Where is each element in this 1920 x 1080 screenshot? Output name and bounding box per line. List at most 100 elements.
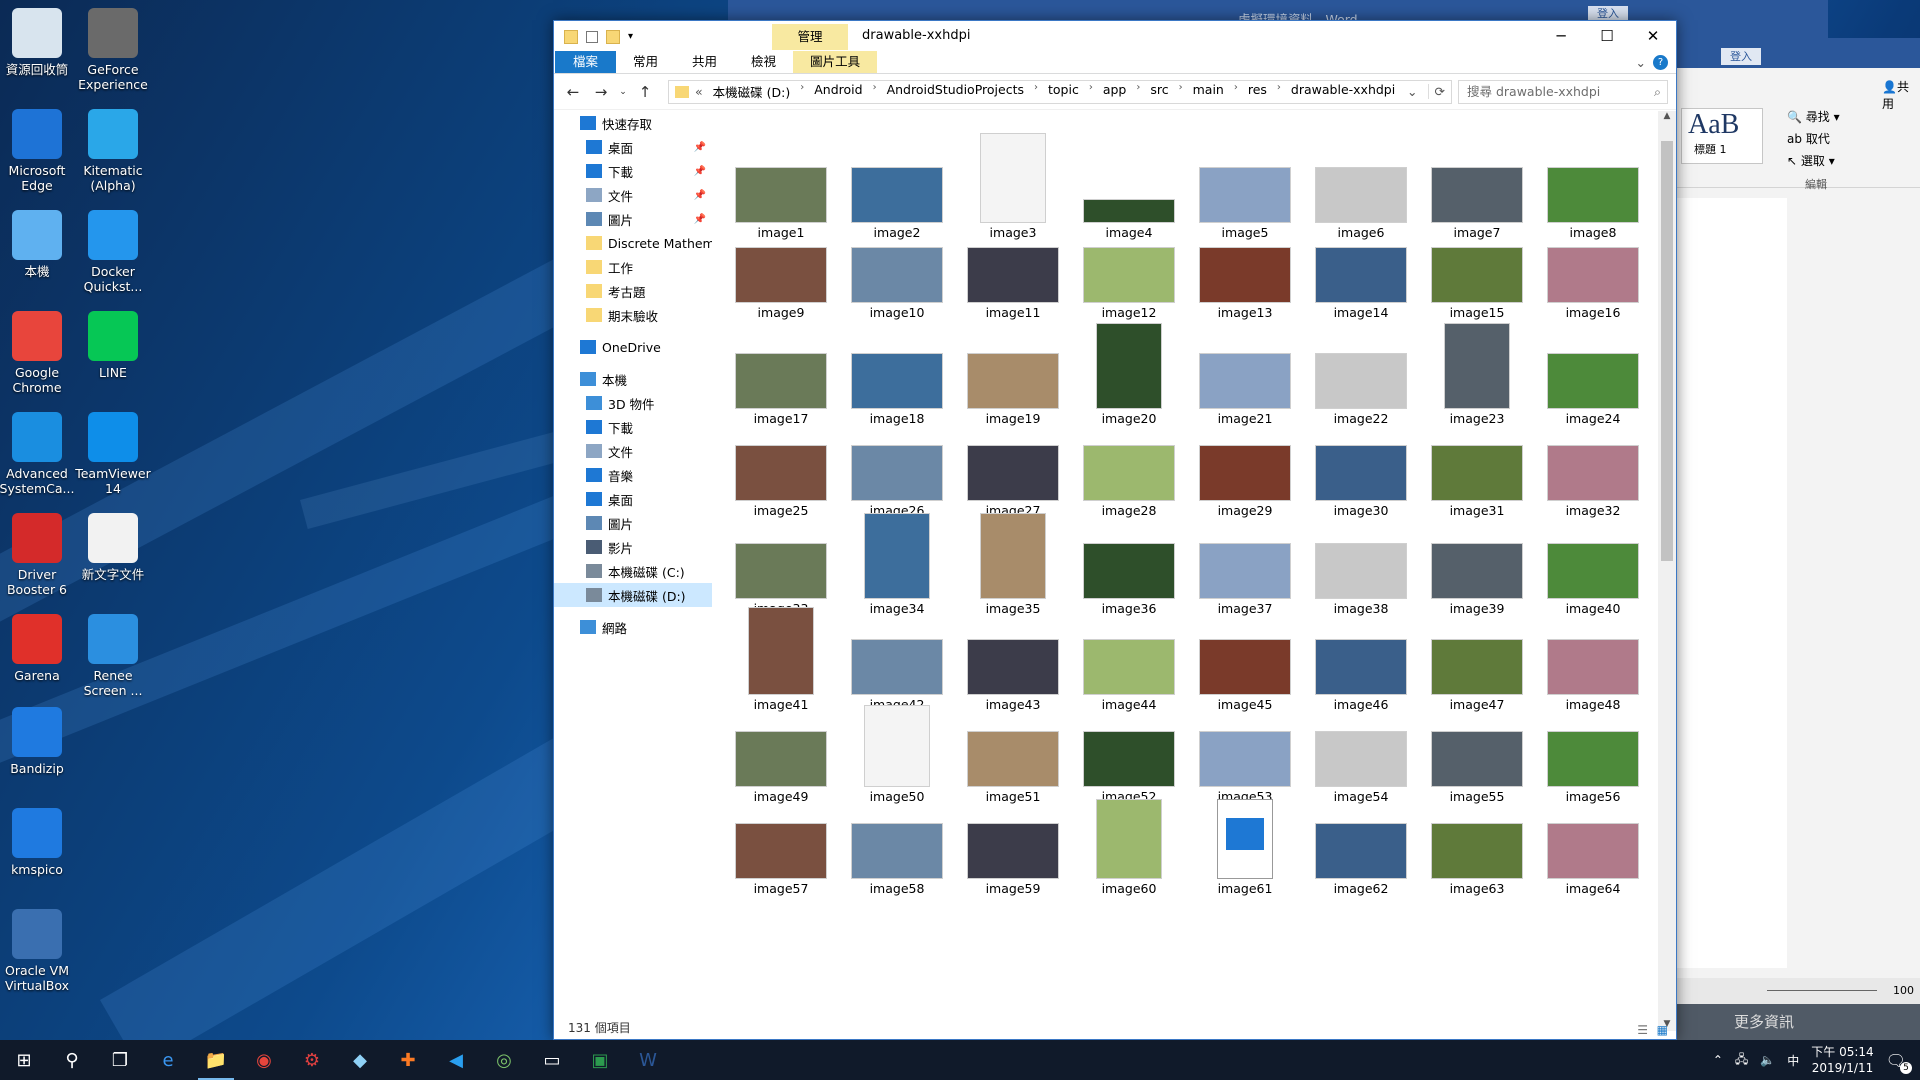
file-item[interactable]: image51 (958, 705, 1068, 804)
zoom-slider[interactable] (1767, 990, 1877, 991)
desktop-icon[interactable]: 本機 (0, 210, 80, 279)
file-item[interactable]: image36 (1074, 513, 1184, 616)
path-overflow[interactable]: « (695, 84, 703, 99)
desktop-icon[interactable]: Google Chrome (0, 311, 80, 395)
file-item[interactable]: image6 (1306, 133, 1416, 240)
file-item[interactable]: image59 (958, 799, 1068, 896)
scroll-thumb[interactable] (1661, 141, 1673, 561)
ime-indicator[interactable]: 中 (1787, 1052, 1799, 1069)
nav-item[interactable]: 文件 (554, 439, 712, 463)
nav-item[interactable]: 音樂 (554, 463, 712, 487)
file-item[interactable]: image22 (1306, 323, 1416, 426)
file-item[interactable]: image9 (726, 227, 836, 320)
file-item[interactable]: image5 (1190, 133, 1300, 240)
nav-item[interactable]: 桌面 (554, 487, 712, 511)
large-icons-view-icon[interactable]: ▦ (1657, 1021, 1668, 1039)
recent-locations-icon[interactable]: ⌄ (618, 87, 628, 97)
word-share-button[interactable]: 👤共用 (1882, 78, 1920, 112)
desktop-icon[interactable]: GeForce Experience (70, 8, 156, 92)
file-item[interactable]: image57 (726, 799, 836, 896)
file-item[interactable]: image50 (842, 705, 952, 804)
search-icon[interactable]: ⚲ (48, 1040, 96, 1080)
file-item[interactable]: image18 (842, 323, 952, 426)
edge-icon[interactable]: e (144, 1040, 192, 1080)
details-view-icon[interactable]: ☰ (1637, 1021, 1648, 1039)
file-item[interactable]: image24 (1538, 323, 1648, 426)
file-item[interactable]: image54 (1306, 705, 1416, 804)
breadcrumb-separator[interactable]: › (1179, 82, 1183, 101)
desktop-icon[interactable]: LINE (70, 311, 156, 380)
start-icon[interactable]: ⊞ (0, 1040, 48, 1080)
nav-item[interactable]: 圖片 📌 (554, 207, 712, 231)
action-center-icon[interactable]: 🗨 5 (1886, 1051, 1912, 1074)
file-item[interactable]: image64 (1538, 799, 1648, 896)
file-item[interactable]: image39 (1422, 513, 1532, 616)
address-bar[interactable]: « 本機磁碟 (D:) › Android › AndroidStudioProject… (668, 79, 1452, 104)
vertical-scrollbar[interactable]: ▲ ▼ (1658, 111, 1676, 1031)
file-item[interactable]: image16 (1538, 227, 1648, 320)
file-item[interactable]: image37 (1190, 513, 1300, 616)
nav-item[interactable]: 影片 (554, 535, 712, 559)
nav-item[interactable]: 期末驗收 (554, 303, 712, 327)
file-item[interactable]: image58 (842, 799, 952, 896)
desktop-icon[interactable]: Renee Screen ... (70, 614, 156, 698)
nav-item[interactable]: 下載 (554, 415, 712, 439)
breadcrumb-item[interactable]: main (1193, 82, 1224, 101)
minimize-button[interactable]: ─ (1538, 21, 1584, 51)
app-window-icon[interactable]: ▭ (528, 1040, 576, 1080)
nav-item[interactable]: Discrete Mathema (554, 231, 712, 255)
chrome-icon[interactable]: ◉ (240, 1040, 288, 1080)
tab-view[interactable]: 檢視 (734, 51, 793, 73)
nav-item[interactable]: 圖片 (554, 511, 712, 535)
file-item[interactable]: image12 (1074, 227, 1184, 320)
file-item[interactable]: image30 (1306, 417, 1416, 518)
file-item[interactable]: image11 (958, 227, 1068, 320)
breadcrumb-separator[interactable]: › (1277, 82, 1281, 101)
file-item[interactable]: image55 (1422, 705, 1532, 804)
desktop-icon[interactable]: kmspico (0, 808, 80, 877)
breadcrumb-separator[interactable]: › (873, 82, 877, 101)
file-item[interactable]: image63 (1422, 799, 1532, 896)
find-button[interactable]: 🔍 尋找 ▾ (1787, 108, 1840, 125)
word-style-gallery[interactable]: AaB 標題 1 (1681, 108, 1763, 164)
breadcrumb-item[interactable]: AndroidStudioProjects (887, 82, 1024, 101)
maximize-button[interactable]: ☐ (1584, 21, 1630, 51)
search-box[interactable]: 搜尋 drawable-xxhdpi ⌕ (1458, 79, 1668, 104)
close-button[interactable]: ✕ (1630, 21, 1676, 51)
file-item[interactable]: image35 (958, 513, 1068, 616)
file-item[interactable]: image45 (1190, 607, 1300, 712)
volume-icon[interactable]: 🔈 (1760, 1053, 1775, 1067)
nav-item[interactable]: 3D 物件 (554, 391, 712, 415)
file-item[interactable]: image46 (1306, 607, 1416, 712)
task-view-icon[interactable]: ❐ (96, 1040, 144, 1080)
file-item[interactable]: image53 (1190, 705, 1300, 804)
new-folder-icon[interactable] (606, 29, 620, 44)
breadcrumb-separator[interactable]: › (1234, 82, 1238, 101)
breadcrumb-separator[interactable]: › (1034, 82, 1038, 101)
nav-item[interactable]: OneDrive (554, 335, 712, 359)
xampp-icon[interactable]: ✚ (384, 1040, 432, 1080)
breadcrumb-item[interactable]: app (1103, 82, 1127, 101)
excel-icon[interactable]: ▣ (576, 1040, 624, 1080)
tab-file[interactable]: 檔案 (555, 51, 617, 73)
up-button[interactable]: ↑ (634, 83, 656, 101)
tab-share[interactable]: 共用 (675, 51, 734, 73)
desktop-icon[interactable]: 新文字文件 (70, 513, 156, 582)
breadcrumb-item[interactable]: res (1248, 82, 1267, 101)
file-item[interactable]: image33 (726, 513, 836, 616)
nav-item[interactable]: 下載 📌 (554, 159, 712, 183)
file-item[interactable]: image17 (726, 323, 836, 426)
scroll-up-arrow[interactable]: ▲ (1658, 111, 1676, 121)
tab-home[interactable]: 常用 (616, 51, 675, 73)
forward-button[interactable]: → (590, 83, 612, 101)
file-item[interactable]: image8 (1538, 133, 1648, 240)
desktop-icon[interactable]: Docker Quickst... (70, 210, 156, 294)
file-item[interactable]: image38 (1306, 513, 1416, 616)
file-item[interactable]: image48 (1538, 607, 1648, 712)
tab-picture-tools[interactable]: 圖片工具 (793, 51, 878, 73)
breadcrumb-item[interactable]: Android (814, 82, 862, 101)
file-item[interactable]: image26 (842, 417, 952, 518)
file-item[interactable]: image13 (1190, 227, 1300, 320)
desktop-icon[interactable]: Bandizip (0, 707, 80, 776)
nav-item[interactable]: 本機 (554, 367, 712, 391)
